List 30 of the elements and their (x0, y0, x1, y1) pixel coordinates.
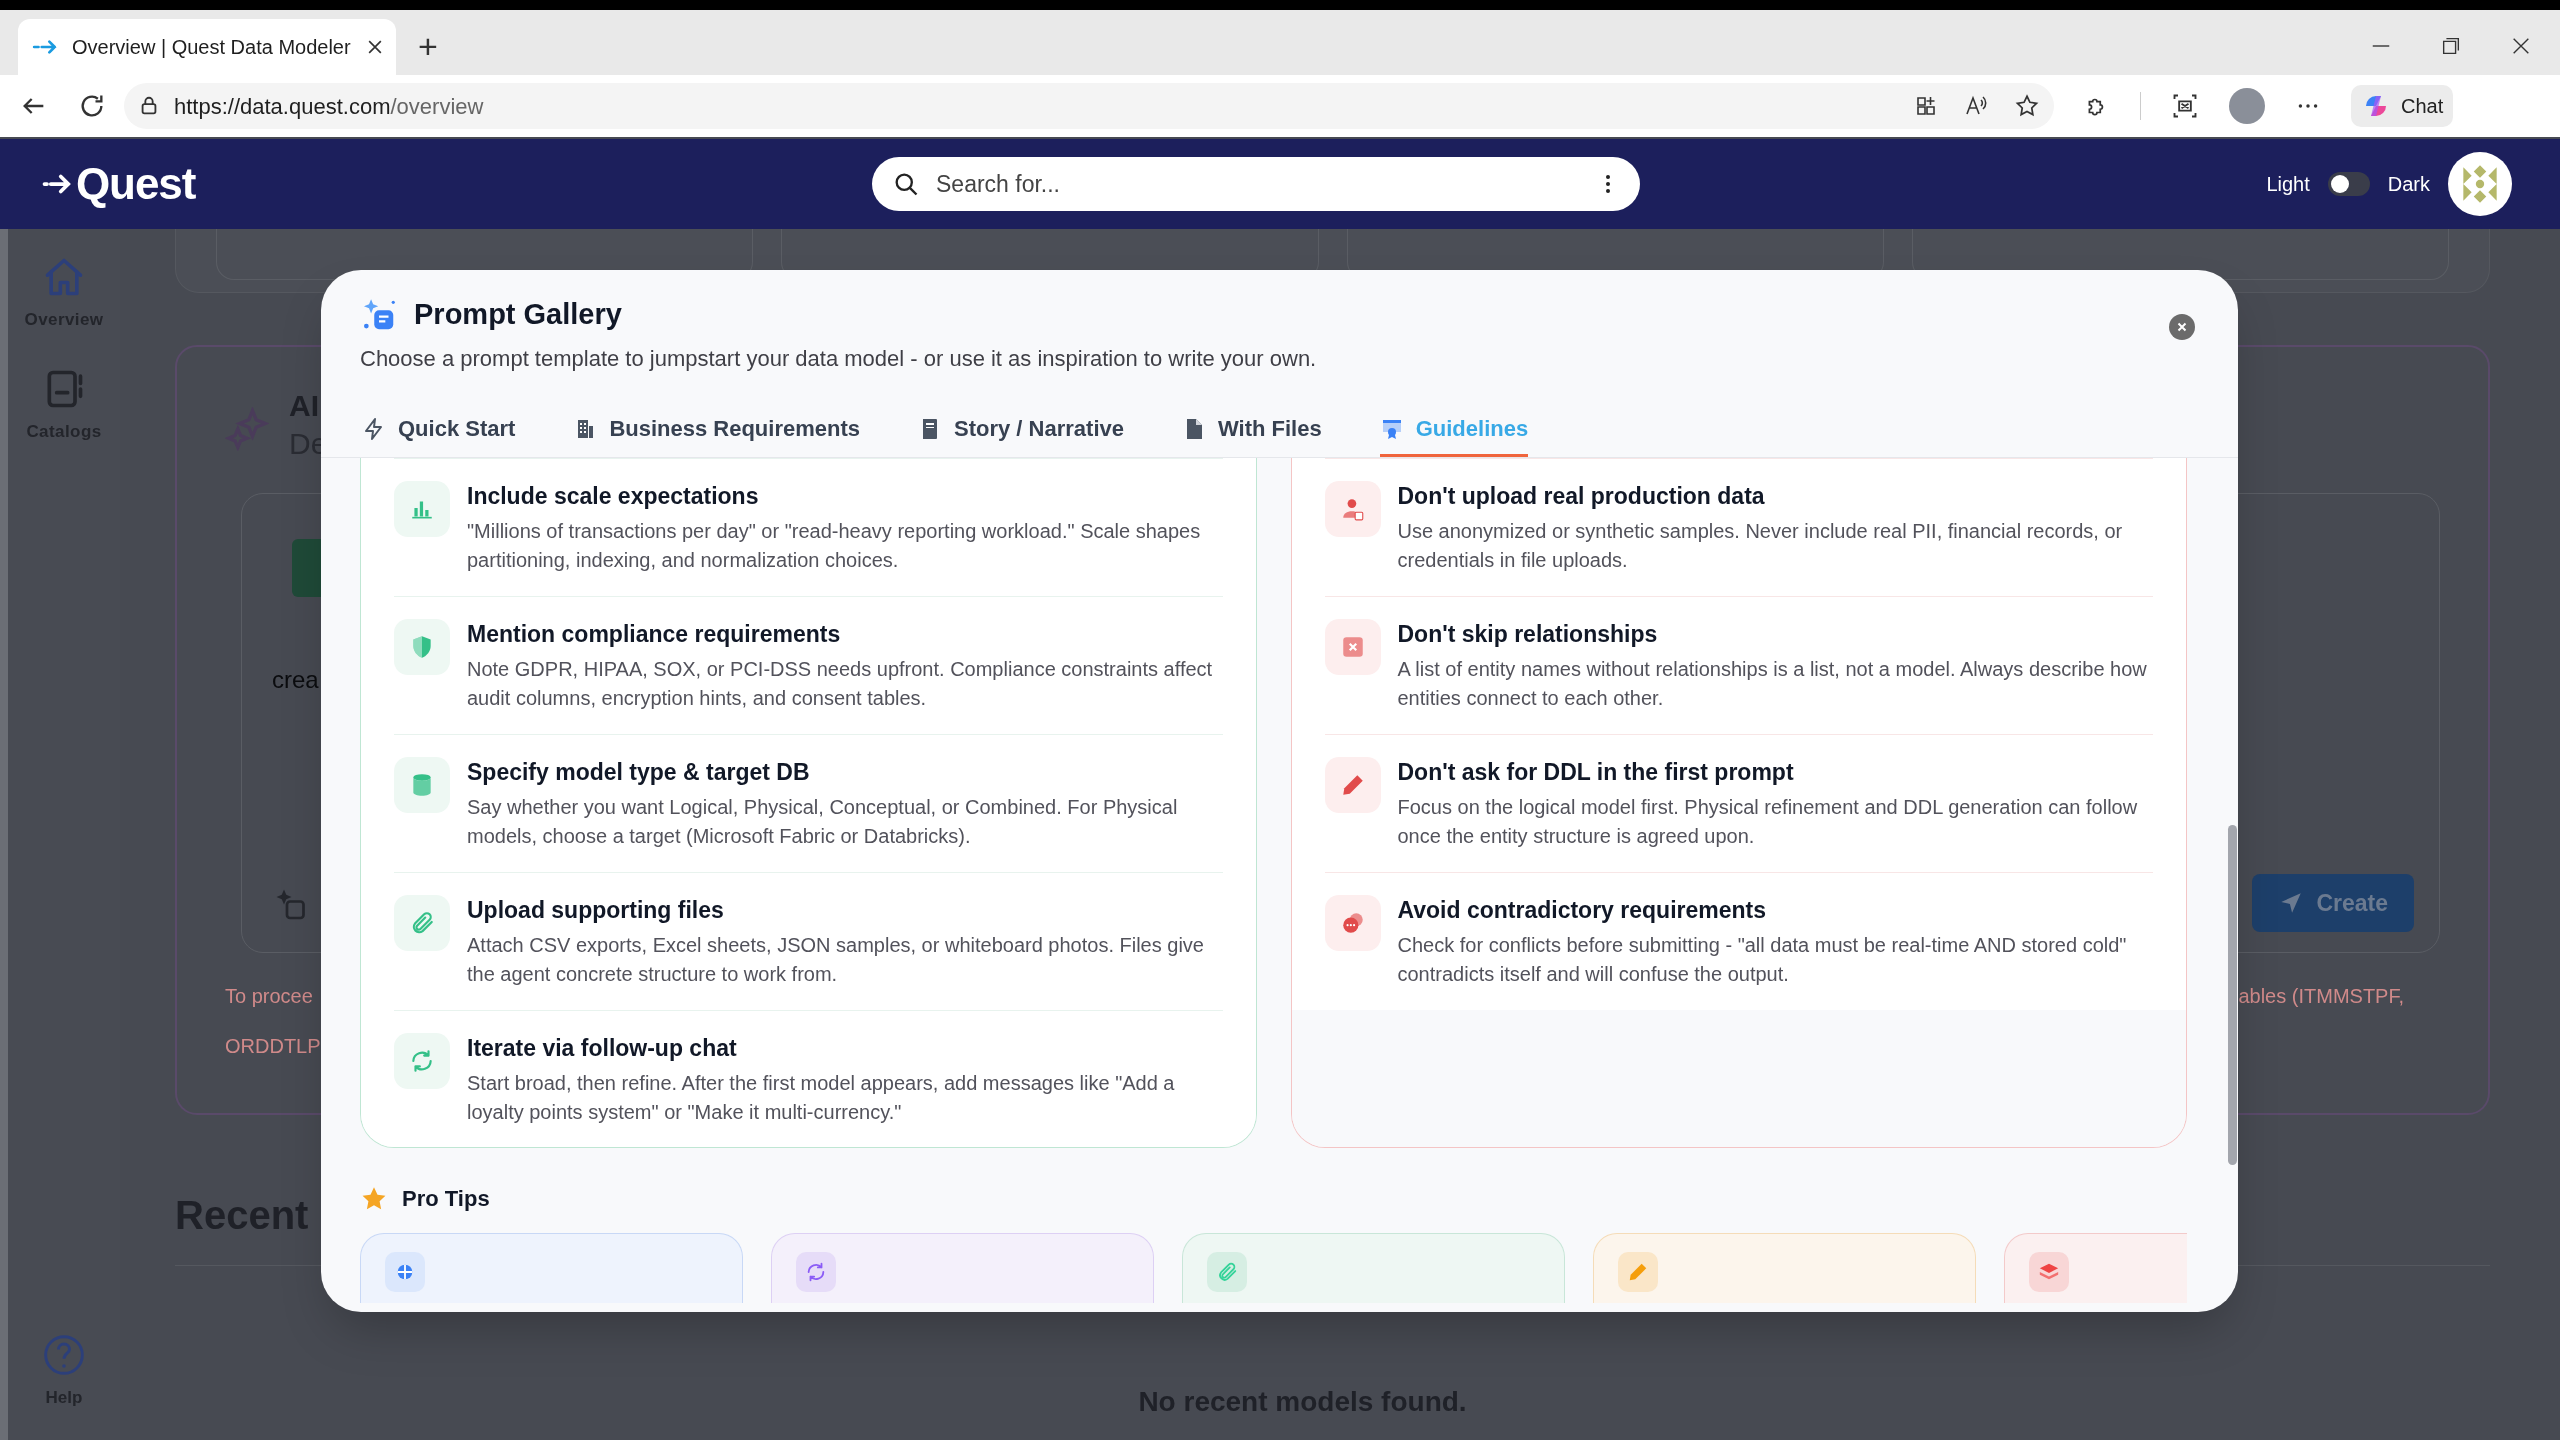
guideline-title: Mention compliance requirements (467, 620, 842, 649)
guideline-description: A list of entity names without relationships is a list, not a model. Always describe how entities connect to each other. (1397, 657, 2148, 711)
guideline-description: Start broad, then refine. After the first model appears, add messages like "Add a loyalty points system" or "Make it multi-currency." (467, 1071, 1176, 1125)
guideline-description: Say whether you want Logical, Physical, Conceptual, or Combined. For Physical models, choose a target (Microsoft Fabric or Databricks). (467, 795, 1179, 849)
dialog-subtitle: Choose a prompt template to jumpstart your data model - or use it as inspiration to write your own. (360, 345, 1318, 373)
guideline-title: Upload supporting files (467, 896, 725, 925)
guideline-description: Attach CSV exports, Excel sheets, JSON samples, or whiteboard photos. Files give the agent concrete structure to work from. (467, 933, 1205, 987)
guideline-title: Don't upload real production data (1397, 482, 1766, 511)
guideline-description: "Millions of transactions per day" or "read-heavy reporting workload." Scale shapes partitioning, indexing, and normalization choices. (467, 519, 1202, 573)
guideline-title: Include scale expectations (467, 482, 760, 511)
url-text: https://data.quest.com/overview (174, 92, 484, 121)
logo-text: Quest (76, 158, 196, 210)
guideline-title: Specify model type & target DB (467, 758, 811, 787)
guideline-title: Iterate via follow-up chat (467, 1034, 738, 1063)
guideline-description: Focus on the logical model first. Physical refinement and DDL generation can follow once the entity structure is agreed upon. (1397, 795, 2139, 849)
notice-text: ORDDTLP (225, 1034, 321, 1059)
notice-text: ables (ITMMSTPF, (2238, 984, 2404, 1009)
theme-label: Dark (2387, 172, 2430, 197)
guideline-description: Check for conflicts before submitting - "all data must be real-time AND stored cold" contradicts itself and will confuse the output. (1397, 933, 2128, 987)
guideline-title: Avoid contradictory requirements (1397, 896, 1767, 925)
notice-text: To procee (225, 984, 313, 1009)
section-heading: Pro Tips (402, 1185, 490, 1213)
guideline-description: Use anonymized or synthetic samples. Never include real PII, financial records, or credentials in file uploads. (1397, 519, 2124, 573)
dialog-title: Prompt Gallery (414, 297, 622, 333)
prompt-text: crea (272, 665, 319, 695)
guideline-title: Don't ask for DDL in the first prompt (1397, 758, 1795, 787)
guideline-description: Note GDPR, HIPAA, SOX, or PCI-DSS needs upfront. Compliance constraints affect audit columns, encryption hints, and consent tables. (467, 657, 1214, 711)
tab-title: Overview | Quest Data Modeler (72, 35, 351, 60)
guideline-title: Don't skip relationships (1397, 620, 1659, 649)
theme-label: Light (2266, 172, 2310, 197)
